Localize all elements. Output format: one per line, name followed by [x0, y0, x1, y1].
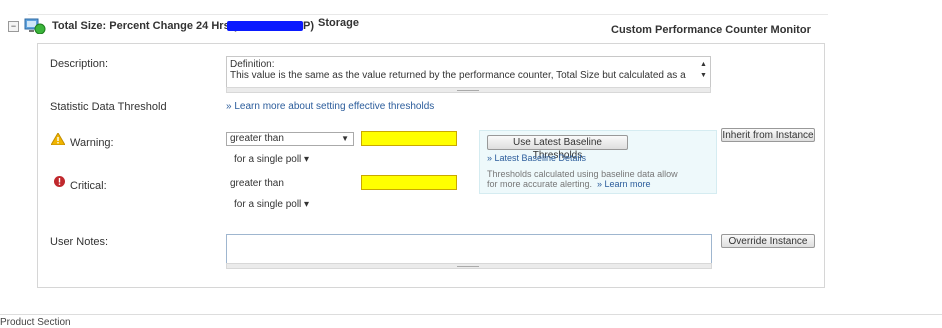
- footer-divider: [0, 314, 942, 315]
- notes-resize-handle[interactable]: [226, 263, 712, 269]
- header-divider: [28, 14, 828, 15]
- critical-threshold-input[interactable]: [361, 175, 457, 190]
- scroll-down-icon[interactable]: ▼: [699, 70, 708, 81]
- monitor-status-icon: [24, 18, 46, 34]
- warning-operator-value: greater than: [230, 133, 284, 144]
- baseline-details-link[interactable]: » Latest Baseline Details: [487, 153, 586, 163]
- critical-label: Critical:: [70, 180, 107, 192]
- critical-icon: [54, 176, 65, 187]
- monitor-title: Total Size: Percent Change 24 Hrs (: [52, 20, 237, 32]
- description-label: Description:: [50, 58, 109, 70]
- user-notes-label: User Notes:: [50, 236, 109, 248]
- redacted-block: [227, 21, 303, 31]
- chevron-down-icon: ▼: [341, 134, 349, 143]
- product-section-heading: Product Section: [0, 317, 71, 328]
- description-textarea[interactable]: Definition: This value is the same as th…: [226, 56, 711, 88]
- warning-poll-select[interactable]: for a single poll ▾: [234, 154, 309, 165]
- monitor-title-tail: P): [303, 20, 314, 32]
- critical-poll-select[interactable]: for a single poll ▾: [234, 199, 309, 210]
- monitor-type: Custom Performance Counter Monitor: [611, 24, 811, 36]
- description-line1: Definition:: [230, 59, 275, 70]
- warning-threshold-input[interactable]: [361, 131, 457, 146]
- learn-thresholds-link[interactable]: » Learn more about setting effective thr…: [226, 101, 434, 112]
- critical-operator: greater than: [230, 178, 284, 189]
- baseline-info-line2: for more accurate alerting.: [487, 179, 593, 189]
- resize-handle[interactable]: [226, 87, 711, 93]
- description-line2: This value is the same as the value retu…: [230, 70, 686, 81]
- description-scrollbar[interactable]: ▲ ▼: [699, 59, 708, 81]
- warning-icon: [51, 133, 65, 145]
- warning-operator-select[interactable]: greater than ▼: [226, 132, 354, 146]
- scroll-up-icon[interactable]: ▲: [699, 59, 708, 70]
- storage-label: Storage: [318, 17, 359, 29]
- threshold-label: Statistic Data Threshold: [50, 101, 167, 113]
- collapse-icon[interactable]: −: [8, 21, 19, 32]
- user-notes-textarea[interactable]: [226, 234, 712, 264]
- inherit-from-instance-button[interactable]: Inherit from Instance: [721, 128, 815, 142]
- override-instance-button[interactable]: Override Instance: [721, 234, 815, 248]
- baseline-info-line1: Thresholds calculated using baseline dat…: [487, 169, 678, 179]
- baseline-learn-more-link[interactable]: » Learn more: [597, 179, 651, 189]
- use-baseline-button[interactable]: Use Latest Baseline Thresholds: [487, 135, 628, 161]
- warning-label: Warning:: [70, 137, 114, 149]
